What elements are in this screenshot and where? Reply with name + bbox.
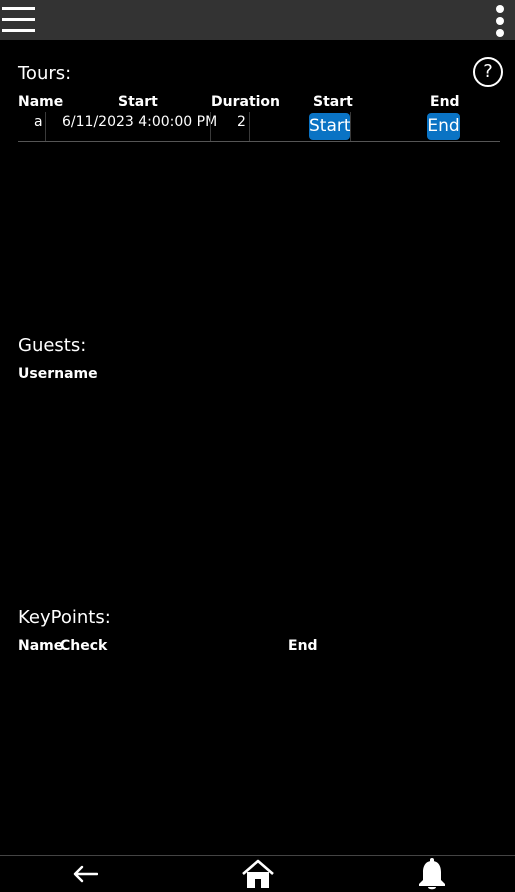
tours-col-duration: Duration [211,94,281,110]
keypoints-title: KeyPoints: [18,607,111,628]
guests-col-username: Username [18,366,98,382]
arrow-left-icon[interactable] [72,865,98,883]
column-divider [210,112,211,141]
tours-col-start: Start [118,94,158,110]
hamburger-menu-icon[interactable] [2,7,35,33]
keypoints-col-end: End [288,638,318,654]
home-icon[interactable] [241,859,275,889]
guests-title: Guests: [18,335,87,356]
tour-duration-cell: 2 [237,114,246,130]
tours-col-end-action: End [430,94,460,110]
top-app-bar [0,0,515,40]
column-divider [45,112,46,141]
bottom-navigation [0,855,515,892]
column-divider [350,112,351,141]
keypoints-col-check: Check [60,638,108,654]
more-vert-icon[interactable] [493,5,507,37]
tours-title: Tours: [18,63,72,84]
tour-name-cell: a [34,114,43,130]
row-divider [18,141,500,142]
help-icon[interactable]: ? [473,57,503,87]
column-divider [249,112,250,141]
end-tour-button[interactable]: End [427,113,460,140]
start-tour-button[interactable]: Start [309,113,351,140]
tours-col-start-action: Start [313,94,353,110]
tours-col-name: Name [18,94,64,110]
keypoints-col-name: Name [18,638,64,654]
bell-icon[interactable] [417,857,447,891]
tour-start-cell: 6/11/2023 4:00:00 PM [62,114,218,130]
